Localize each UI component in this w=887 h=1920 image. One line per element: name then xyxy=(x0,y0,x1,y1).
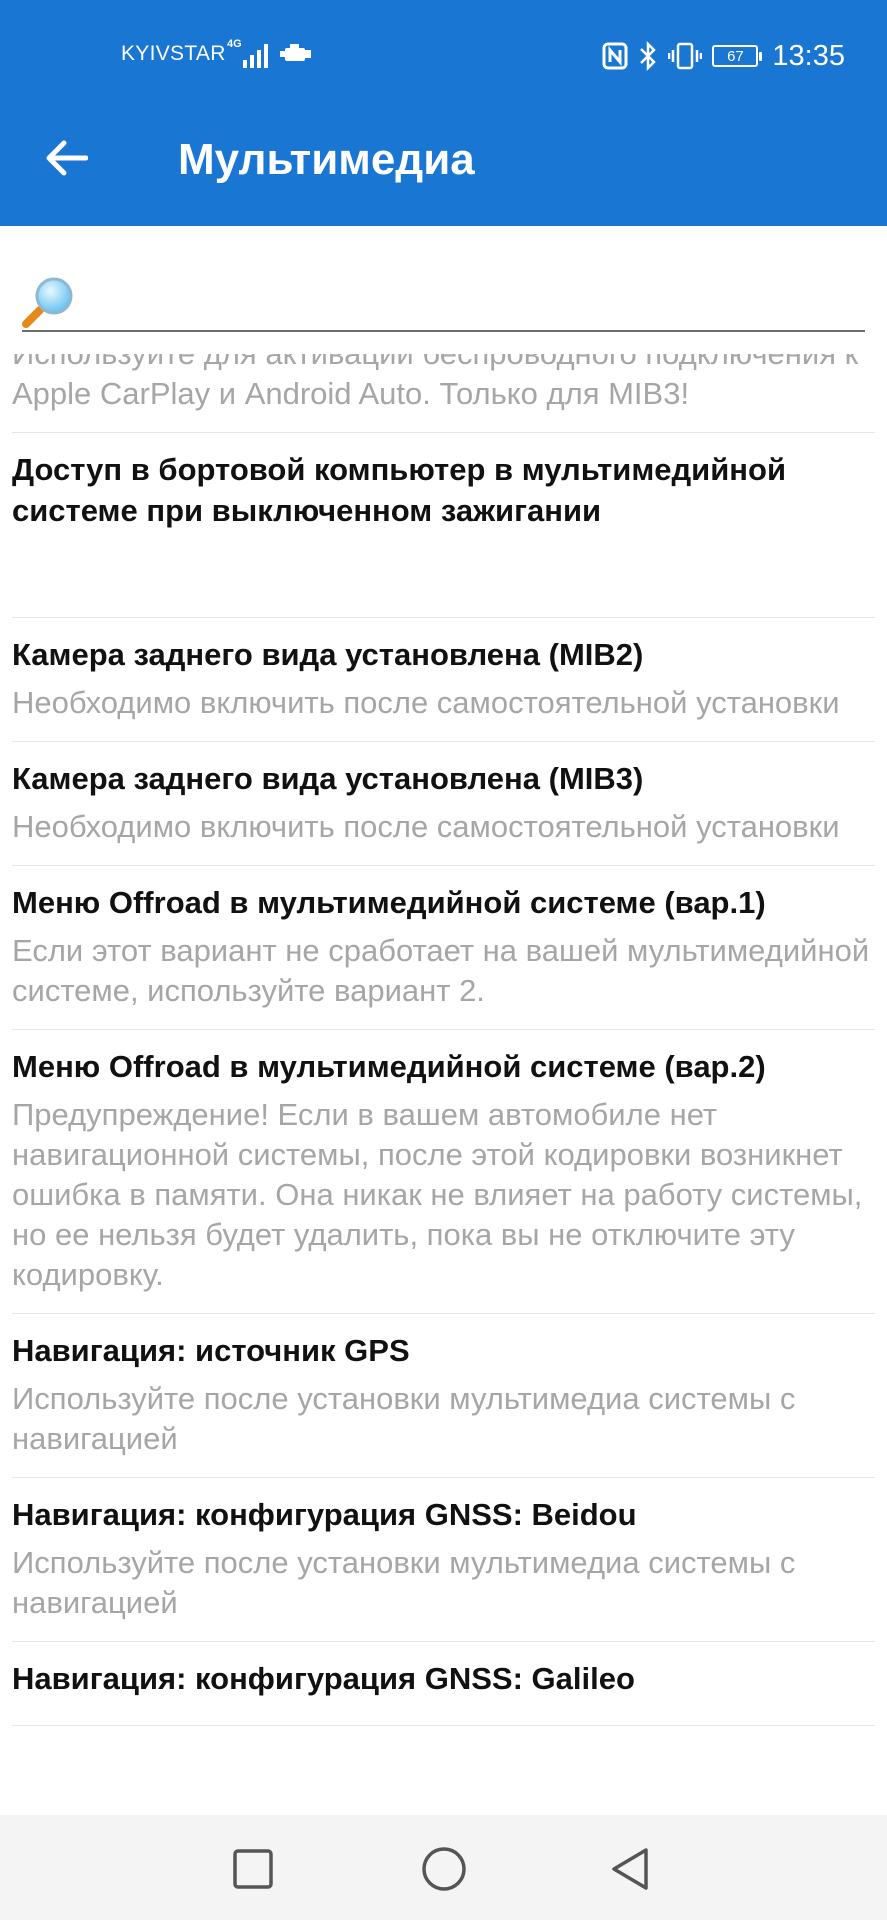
back-nav-button[interactable] xyxy=(604,1843,656,1895)
clock: 13:35 xyxy=(772,39,845,72)
check-engine-icon xyxy=(280,44,311,61)
item-title: Камера заднего вида установлена (MIB2) xyxy=(12,637,644,672)
bluetooth-icon xyxy=(640,41,657,71)
app-bar: KYIVSTAR 4G 67 13:35 Мультимедиа xyxy=(0,0,887,226)
page-title: Мультимедиа xyxy=(178,135,475,184)
magnifier-icon xyxy=(22,277,73,328)
item-title: Навигация: конфигурация GNSS: Galileo xyxy=(12,1661,635,1696)
system-nav-bar xyxy=(0,1815,887,1920)
network-type: 4G xyxy=(227,38,242,50)
item-description: Необходимо включить после самостоятельно… xyxy=(12,809,840,844)
item-title: Доступ в бортовой компьютер в мультимеди… xyxy=(12,452,787,528)
list-item[interactable]: Навигация: конфигурация GNSS: Beidou Исп… xyxy=(12,1478,875,1642)
item-title: Меню Offroad в мультимедийной системе (в… xyxy=(12,885,766,920)
item-description: Предупреждение! Если в вашем автомобиле … xyxy=(12,1097,863,1292)
item-description: Если этот вариант не сработает на вашей … xyxy=(12,933,870,1008)
item-description: Необходимо включить после самостоятельно… xyxy=(12,685,840,720)
item-title: Навигация: источник GPS xyxy=(12,1333,410,1368)
list-item[interactable]: Меню Offroad в мультимедийной системе (в… xyxy=(12,1030,875,1314)
list-item[interactable]: Навигация: источник GPS Используйте посл… xyxy=(12,1314,875,1478)
vibrate-icon xyxy=(668,42,703,70)
battery-indicator: 67 xyxy=(712,45,763,67)
list-item[interactable]: Меню Offroad в мультимедийной системе (в… xyxy=(12,866,875,1030)
circle-icon xyxy=(422,1847,466,1891)
search-input[interactable] xyxy=(86,272,856,324)
list-item[interactable]: Доступ в бортовой компьютер в мультимеди… xyxy=(12,433,875,618)
home-button[interactable] xyxy=(418,1843,470,1895)
settings-list: Используйте для активации беспроводного … xyxy=(0,354,887,1814)
triangle-back-icon xyxy=(612,1848,648,1890)
list-item[interactable]: Камера заднего вида установлена (MIB2) Н… xyxy=(12,618,875,742)
item-description: Используйте после установки мультимедиа … xyxy=(12,1381,796,1456)
item-title: Навигация: конфигурация GNSS: Beidou xyxy=(12,1497,637,1532)
back-button[interactable] xyxy=(40,132,92,184)
arrow-left-icon xyxy=(46,140,88,176)
status-bar: KYIVSTAR 4G 67 13:35 xyxy=(0,0,887,110)
list-item[interactable]: Используйте для активации беспроводного … xyxy=(12,354,875,433)
search-bar[interactable] xyxy=(22,264,865,332)
item-description: Используйте для активации беспроводного … xyxy=(12,354,858,411)
item-description: Используйте после установки мультимедиа … xyxy=(12,1545,796,1620)
square-icon xyxy=(233,1849,273,1889)
signal-icon xyxy=(243,44,268,68)
settings-list-content: Используйте для активации беспроводного … xyxy=(0,354,887,1726)
item-title: Камера заднего вида установлена (MIB3) xyxy=(12,761,644,796)
battery-level: 67 xyxy=(727,47,744,65)
list-item[interactable]: Камера заднего вида установлена (MIB3) Н… xyxy=(12,742,875,866)
status-right: 67 13:35 xyxy=(602,36,845,76)
recents-button[interactable] xyxy=(227,1843,279,1895)
nfc-icon xyxy=(602,42,628,70)
carrier-name: KYIVSTAR xyxy=(121,42,226,65)
item-title: Меню Offroad в мультимедийной системе (в… xyxy=(12,1049,766,1084)
list-item[interactable]: Навигация: конфигурация GNSS: Galileo xyxy=(12,1642,875,1726)
